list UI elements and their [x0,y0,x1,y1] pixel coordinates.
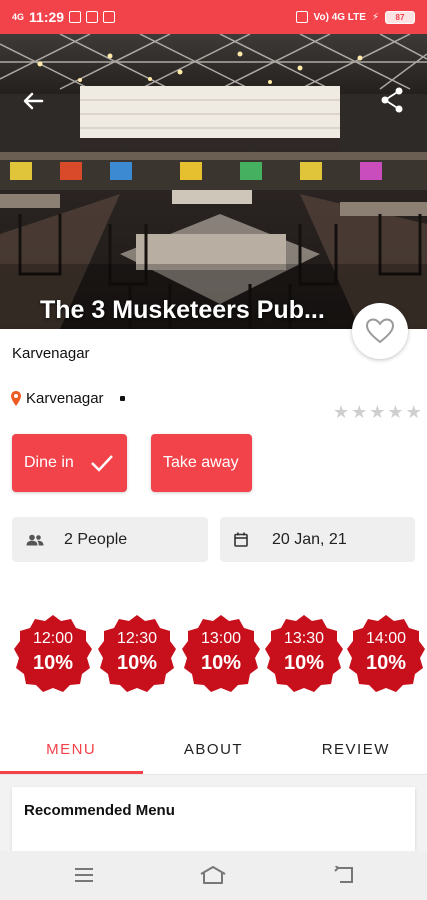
tab-menu[interactable]: MENU [0,724,142,774]
rating-stars: ★ ★ ★ ★ ★ [333,402,422,423]
time-slot[interactable]: 12:30 10% [96,612,178,694]
slot-discount: 10% [365,652,407,674]
share-icon[interactable] [379,86,407,116]
people-selector[interactable]: 2 People [12,517,208,562]
people-value: 2 People [64,530,128,548]
time-slot[interactable]: 12:00 10% [12,612,94,694]
dine-in-label: Dine in [24,454,74,471]
charging-icon: ⚡ [371,11,379,23]
back-icon[interactable] [330,863,358,887]
network-label: 4G [12,12,25,22]
heart-icon [365,318,395,344]
recommended-menu-title: Recommended Menu [24,802,175,819]
back-arrow-icon[interactable] [22,89,50,117]
slot-time: 13:30 [283,630,325,647]
star-icon: ★ [333,402,350,422]
restaurant-title: The 3 Musketeers Pub... [40,296,325,324]
slot-discount: 10% [200,652,242,674]
calendar-icon [234,532,252,547]
hero-image [0,34,427,329]
restaurant-area: Karvenagar [12,345,90,362]
hero-carousel[interactable]: The 3 Musketeers Pub... [0,34,427,329]
slot-time: 12:30 [116,630,158,647]
home-icon[interactable] [199,863,227,887]
menu-icon[interactable] [70,863,98,887]
location-pin-icon [11,391,21,406]
system-nav-bar [0,851,427,900]
check-icon [90,455,113,472]
section-tabs: MENU ABOUT REVIEW [0,724,427,774]
take-away-button[interactable]: Take away [151,434,252,492]
status-time: 11:29 [29,9,65,25]
location-row: Karvenagar [10,390,125,407]
tab-about[interactable]: ABOUT [142,724,284,774]
time-slot[interactable]: 14:00 10% [345,612,427,694]
location-label: Karvenagar [26,390,104,407]
slot-time: 14:00 [365,630,407,647]
star-icon: ★ [369,402,386,422]
gallery-icon [103,11,116,23]
slot-time: 13:00 [200,630,242,647]
slot-discount: 10% [283,652,325,674]
battery-icon: 87 [385,10,415,24]
slot-discount: 10% [116,652,158,674]
time-slot[interactable]: 13:00 10% [180,612,262,694]
take-away-label: Take away [163,454,239,471]
time-slot-list: 12:00 10% 12:30 10% 13:00 10% 13:30 10% … [12,612,427,694]
slot-discount: 10% [32,652,74,674]
star-icon: ★ [405,402,422,422]
date-value: 20 Jan, 21 [272,530,347,548]
lte-label: Vo) 4G LTE [313,11,366,23]
slot-time: 12:00 [32,630,74,647]
alarm-icon [295,11,308,23]
tab-review[interactable]: REVIEW [285,724,427,774]
status-bar: 4G 11:29 Vo) 4G LTE ⚡ 87 [0,0,427,34]
favorite-button[interactable] [352,303,408,359]
people-icon [26,534,44,546]
date-selector[interactable]: 20 Jan, 21 [220,517,415,562]
notification-icon [69,11,82,23]
separator-dot [119,396,125,401]
star-icon: ★ [387,402,404,422]
time-slot[interactable]: 13:30 10% [263,612,345,694]
star-icon: ★ [351,402,368,422]
recommended-menu-card: Recommended Menu [12,787,415,857]
facebook-icon [86,11,99,23]
dine-in-button[interactable]: Dine in [12,434,127,492]
